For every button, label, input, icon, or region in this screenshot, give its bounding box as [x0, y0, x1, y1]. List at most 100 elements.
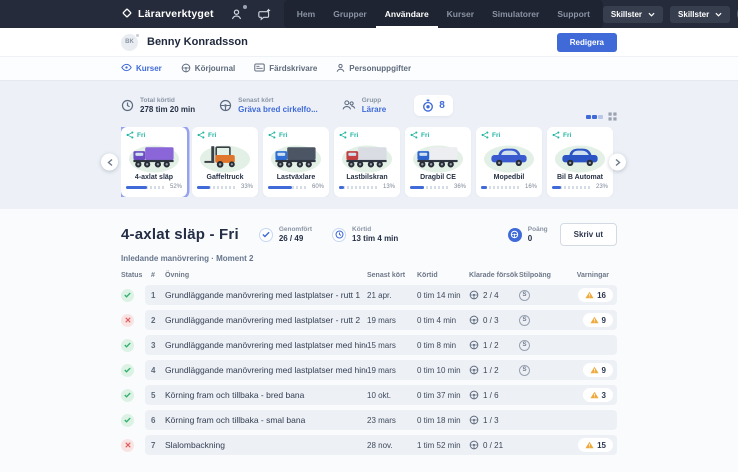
course-card[interactable]: Fri — [547, 127, 613, 197]
group-link[interactable]: Lärare — [362, 105, 386, 114]
progress-percent: 13% — [382, 184, 395, 190]
course-card-name: Gaffeltruck — [197, 173, 253, 182]
person-icon — [230, 8, 243, 21]
course-time-stat: Körtid 13 tim 4 min — [332, 226, 398, 243]
nav-item[interactable]: Support — [548, 0, 599, 28]
course-detail-section: 4-axlat släp - Fri Genomfört 26 / 49 Kör… — [0, 209, 738, 455]
new-message-button[interactable] — [256, 5, 274, 23]
progress-percent: 33% — [240, 184, 253, 190]
last-driven-link[interactable]: Gräva bred cirkelfo... — [238, 105, 318, 114]
exercise-row-body[interactable]: 4 Grundläggande manövrering med lastplat… — [145, 360, 617, 380]
steering-wheel-icon — [469, 440, 479, 450]
nav-item[interactable]: Grupper — [324, 0, 376, 28]
attempts-value: 2 / 4 — [483, 291, 499, 300]
share-icon[interactable] — [481, 131, 489, 139]
course-progress: 36% — [410, 184, 466, 190]
share-icon[interactable] — [339, 131, 347, 139]
exercise-row: 2 Grundläggande manövrering med lastplat… — [121, 310, 617, 330]
completed-stat: Genomfört 26 / 49 — [259, 226, 312, 243]
header-style-points: Stilpoäng — [519, 272, 561, 279]
warning-triangle-icon — [590, 391, 599, 399]
exercise-time: 0 tim 14 min — [417, 291, 469, 300]
print-button[interactable]: Skriv ut — [560, 223, 617, 246]
exercise-number: 4 — [151, 366, 165, 375]
carousel-progress-segments — [586, 115, 603, 119]
exercise-row-body[interactable]: 7 Slalombackning 28 nov. 1 tim 52 min 0 … — [145, 435, 617, 455]
profile-tab[interactable]: Kurser — [121, 63, 162, 74]
progress-track — [410, 186, 450, 189]
exercise-number: 6 — [151, 416, 165, 425]
exercise-table-header: Status # Övning Senast kört Körtid Klara… — [121, 272, 617, 279]
grid-expand-icon[interactable] — [608, 112, 617, 121]
steering-wheel-icon — [469, 390, 479, 400]
share-icon[interactable] — [197, 131, 205, 139]
exercise-row-body[interactable]: 2 Grundläggande manövrering med lastplat… — [145, 310, 617, 330]
org-select-dropdown[interactable]: Skillster — [603, 6, 663, 23]
warning-triangle-icon — [585, 291, 594, 299]
course-card[interactable]: Fri — [263, 127, 329, 197]
steering-wheel-icon — [469, 415, 479, 425]
app-logo[interactable]: Lärarverktyget — [121, 0, 214, 28]
exercise-row: 7 Slalombackning 28 nov. 1 tim 52 min 0 … — [121, 435, 617, 455]
course-card[interactable]: Fri — [121, 127, 187, 197]
header-attempts: Klarade försök — [469, 272, 519, 279]
exercise-row: 6 Körning fram och tillbaka - smal bana … — [121, 410, 617, 430]
profile-tab[interactable]: Färdskrivare — [254, 63, 317, 74]
style-points-icon: S — [519, 340, 530, 351]
profile-tab-label: Kurser — [136, 64, 162, 73]
person-icon — [336, 63, 345, 75]
team-select-dropdown[interactable]: Skillster — [670, 6, 730, 23]
exercise-row-body[interactable]: 5 Körning fram och tillbaka - bred bana … — [145, 385, 617, 405]
points-wheel-icon — [508, 228, 522, 242]
chevron-right-icon — [615, 158, 621, 166]
exercise-number: 7 — [151, 441, 165, 450]
status-fail-icon — [121, 439, 134, 452]
course-card-name: Lastväxlare — [268, 173, 324, 182]
attempts-value: 1 / 2 — [483, 366, 499, 375]
profile-tab[interactable]: Personuppgifter — [336, 63, 411, 75]
profile-tab[interactable]: Körjournal — [181, 63, 235, 75]
team-select-value: Skillster — [678, 10, 709, 19]
exercise-last-driven: 23 mars — [367, 416, 417, 425]
completed-value: 26 / 49 — [279, 234, 312, 243]
exercise-row-body[interactable]: 3 Grundläggande manövrering med lastplat… — [145, 335, 617, 355]
car-image — [557, 144, 604, 170]
steering-wheel-icon — [469, 340, 479, 350]
course-access-tag: Fri — [563, 132, 571, 139]
last-driven-label: Senast kört — [238, 97, 318, 104]
course-card[interactable]: Fri — [405, 127, 471, 197]
warnings-pill: 9 — [583, 313, 613, 327]
course-progress: 60% — [268, 184, 324, 190]
course-card[interactable]: Fri — [476, 127, 542, 197]
carousel-prev-button[interactable] — [101, 154, 118, 171]
carousel-next-button[interactable] — [609, 154, 626, 171]
nav-item[interactable]: Simulatorer — [483, 0, 548, 28]
header-last-driven: Senast kört — [367, 272, 417, 279]
course-card[interactable]: Fri — [334, 127, 400, 197]
share-icon[interactable] — [552, 131, 560, 139]
truck-image — [131, 144, 178, 170]
exercise-attempts: 1 / 2 — [469, 365, 519, 375]
exercise-row-body[interactable]: 1 Grundläggande manövrering med lastplat… — [145, 285, 617, 305]
attempts-value: 1 / 6 — [483, 391, 499, 400]
exercise-attempts: 1 / 3 — [469, 415, 519, 425]
exercise-row-body[interactable]: 6 Körning fram och tillbaka - smal bana … — [145, 410, 617, 430]
exercise-name: Grundläggande manövrering med lastplatse… — [165, 365, 367, 375]
profile-tab-label: Färdskrivare — [269, 64, 317, 73]
nav-item[interactable]: Hem — [288, 0, 324, 28]
nav-item[interactable]: Användare — [376, 0, 438, 28]
group-icon — [342, 99, 356, 111]
share-icon[interactable] — [410, 131, 418, 139]
vehicle-illustration — [410, 140, 466, 173]
user-initials: BK — [125, 39, 134, 45]
nav-item[interactable]: Kurser — [438, 0, 483, 28]
profile-notification-button[interactable] — [228, 5, 246, 23]
progress-fill — [197, 186, 210, 189]
warning-triangle-icon — [590, 316, 599, 324]
exercise-row: 3 Grundläggande manövrering med lastplat… — [121, 335, 617, 355]
share-icon[interactable] — [126, 131, 134, 139]
course-card[interactable]: Fri — [192, 127, 258, 197]
share-icon[interactable] — [268, 131, 276, 139]
edit-button[interactable]: Redigera — [557, 33, 617, 52]
top-navigation-bar: Lärarverktyget Hem Grupper Användare Kur… — [0, 0, 738, 28]
